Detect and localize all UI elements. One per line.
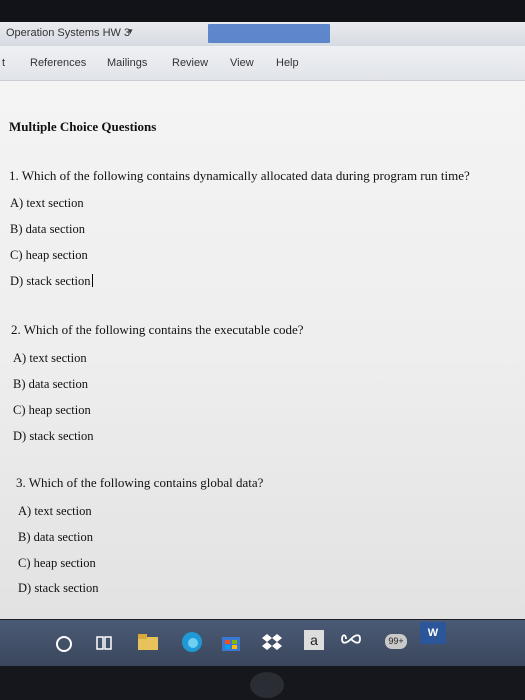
- text-cursor: [91, 274, 93, 287]
- dropbox-icon[interactable]: [262, 632, 282, 657]
- q1-option-d: D) stack section: [10, 274, 93, 289]
- q2-option-d: D) stack section: [13, 429, 94, 443]
- amazon-icon[interactable]: a: [304, 630, 324, 650]
- tab-mailings[interactable]: Mailings: [107, 57, 147, 69]
- question-1: 1. Which of the following contains dynam…: [9, 168, 470, 183]
- q3-option-b: B) data section: [18, 530, 93, 544]
- q1-option-c: C) heap section: [10, 248, 88, 262]
- tab-view[interactable]: View: [230, 57, 254, 69]
- monitor-bezel-top: [0, 0, 525, 22]
- tab-review[interactable]: Review: [172, 57, 208, 69]
- q2-option-c: C) heap section: [13, 403, 91, 417]
- q3-option-c: C) heap section: [18, 556, 96, 570]
- store-icon[interactable]: [221, 632, 241, 657]
- section-heading: Multiple Choice Questions: [9, 119, 157, 134]
- hp-logo-icon: [250, 672, 284, 698]
- search-bar[interactable]: [208, 24, 330, 43]
- document-page[interactable]: Multiple Choice Questions 1. Which of th…: [0, 81, 525, 619]
- ribbon-tabs: t References Mailings Review View Help: [0, 46, 525, 81]
- tab-references[interactable]: References: [30, 57, 86, 69]
- q1-option-d-text: D) stack section: [10, 274, 91, 288]
- task-view-icon[interactable]: [96, 636, 112, 655]
- question-3: 3. Which of the following contains globa…: [16, 475, 264, 490]
- taskbar: a 99+ W: [0, 620, 525, 666]
- cortana-circle-icon[interactable]: [56, 636, 72, 652]
- q1-option-a: A) text section: [10, 196, 84, 210]
- q2-option-a: A) text section: [13, 351, 87, 365]
- chevron-down-icon[interactable]: ▾: [128, 26, 133, 37]
- q3-option-d: D) stack section: [18, 581, 99, 595]
- question-2: 2. Which of the following contains the e…: [11, 322, 304, 337]
- notification-badge-icon[interactable]: 99+: [385, 634, 407, 649]
- q1-option-b: B) data section: [10, 222, 85, 236]
- infinity-icon[interactable]: [340, 632, 362, 651]
- edge-icon[interactable]: [181, 631, 203, 658]
- file-explorer-icon[interactable]: [137, 633, 159, 656]
- q2-option-b: B) data section: [13, 377, 88, 391]
- word-icon[interactable]: W: [420, 622, 446, 644]
- tab-partial[interactable]: t: [2, 57, 5, 69]
- q3-option-a: A) text section: [18, 504, 92, 518]
- title-bar: Operation Systems HW 3 ▾: [0, 22, 525, 46]
- document-title[interactable]: Operation Systems HW 3: [6, 27, 130, 39]
- tab-help[interactable]: Help: [276, 57, 299, 69]
